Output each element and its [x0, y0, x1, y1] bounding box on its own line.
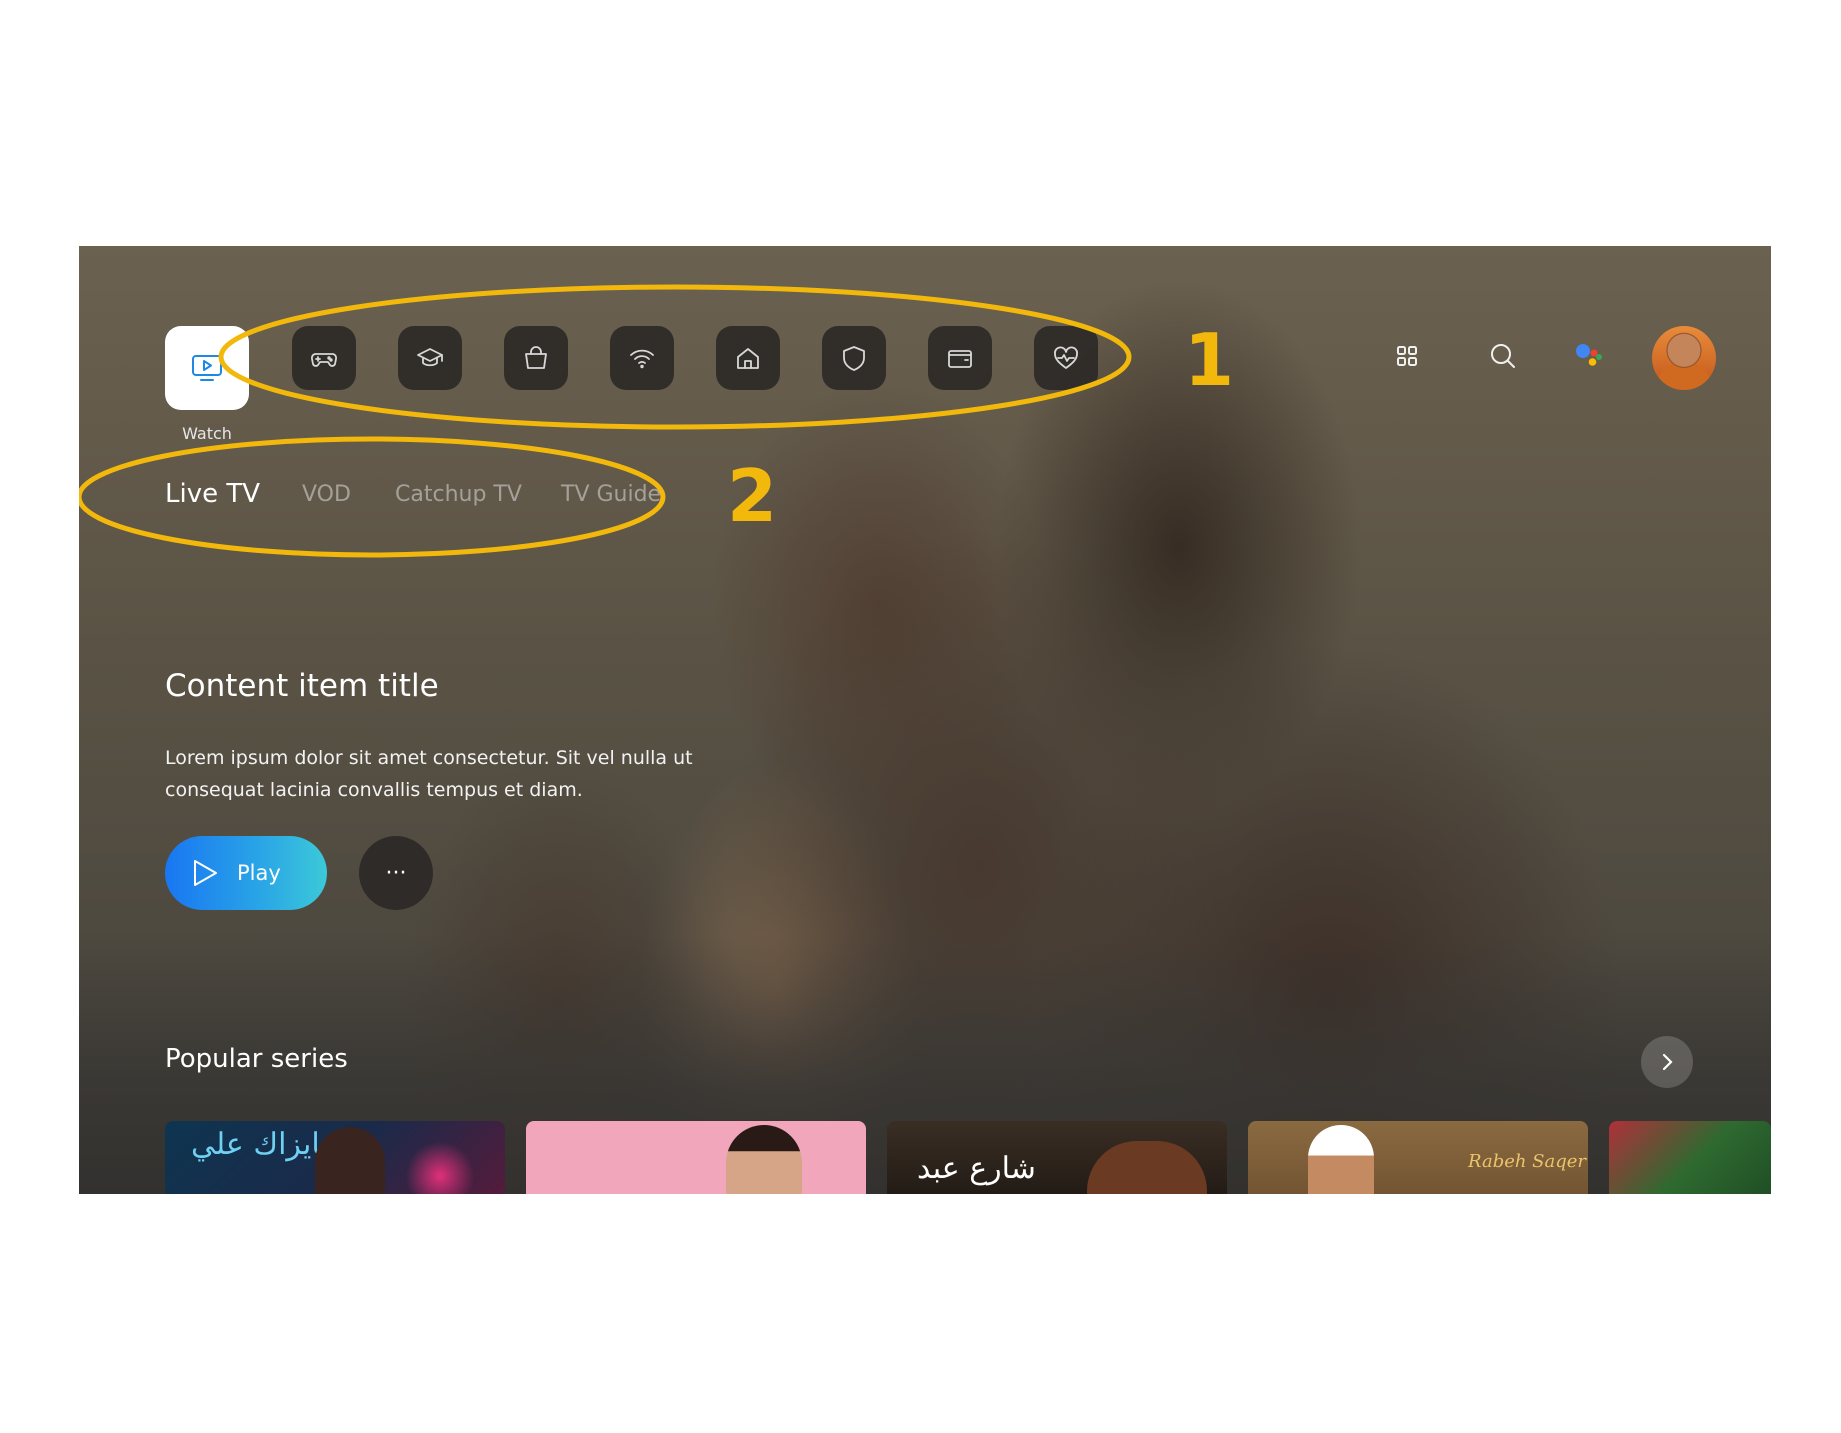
- security-app-tile[interactable]: [822, 326, 886, 390]
- popular-series-heading: Popular series: [165, 1044, 348, 1074]
- play-icon: [194, 860, 217, 886]
- shopping-app-tile[interactable]: [504, 326, 568, 390]
- tab-live-tv[interactable]: Live TV: [165, 479, 260, 509]
- google-assistant-button[interactable]: [1572, 339, 1606, 373]
- series-card[interactable]: [526, 1121, 866, 1194]
- series-card-figure: [1308, 1125, 1374, 1194]
- wifi-icon: [630, 349, 654, 369]
- annotation-ellipse-1: [218, 284, 1132, 430]
- internet-app-tile[interactable]: [610, 326, 674, 390]
- heart-pulse-icon: [1054, 346, 1078, 369]
- series-card-title: شارع عبد: [917, 1151, 1036, 1186]
- games-app-tile[interactable]: [292, 326, 356, 390]
- home-icon: [737, 348, 759, 369]
- series-card-figure: [315, 1127, 385, 1194]
- tab-catchup-tv[interactable]: Catchup TV: [395, 482, 522, 507]
- series-card-figure: [726, 1125, 802, 1194]
- tv-home-screen: Watch Live TV VOD Catchup TV TV Guide Co…: [79, 246, 1771, 1194]
- play-button[interactable]: Play: [165, 836, 327, 910]
- more-options-button[interactable]: ···: [359, 836, 433, 910]
- tab-vod[interactable]: VOD: [302, 482, 351, 507]
- hero-title: Content item title: [165, 668, 439, 704]
- shield-icon: [843, 346, 865, 371]
- apps-grid-button[interactable]: [1390, 339, 1424, 373]
- chevron-right-icon: [1662, 1053, 1673, 1071]
- series-card[interactable]: شارع عبد: [887, 1121, 1227, 1194]
- search-icon: [1491, 344, 1515, 368]
- wallet-app-tile[interactable]: [928, 326, 992, 390]
- carousel-next-button[interactable]: [1641, 1036, 1693, 1088]
- apps-grid-icon: [1397, 346, 1417, 366]
- series-card-title: Rabeh Saqer: [1468, 1151, 1587, 1172]
- user-avatar[interactable]: [1652, 326, 1716, 390]
- search-button[interactable]: [1486, 339, 1520, 373]
- health-app-tile[interactable]: [1034, 326, 1098, 390]
- shopping-bag-icon: [525, 346, 547, 369]
- graduation-cap-icon: [417, 348, 443, 367]
- hero-description: Lorem ipsum dolor sit amet consectetur. …: [165, 747, 693, 801]
- wallet-icon: [948, 350, 972, 368]
- series-card[interactable]: Rabeh Saqer: [1248, 1121, 1588, 1194]
- tab-tv-guide[interactable]: TV Guide: [561, 482, 661, 507]
- series-card[interactable]: [1609, 1121, 1771, 1194]
- gamepad-icon: [310, 353, 338, 367]
- annotation-number-1: 1: [1184, 318, 1235, 402]
- watch-app-label: Watch: [182, 424, 232, 443]
- play-button-label: Play: [237, 861, 281, 885]
- watch-app-tile[interactable]: [165, 326, 249, 410]
- series-card[interactable]: عايزاك علي: [165, 1121, 505, 1194]
- education-app-tile[interactable]: [398, 326, 462, 390]
- annotation-number-2: 2: [727, 454, 778, 538]
- series-card-figure: [1087, 1141, 1207, 1194]
- home-app-tile[interactable]: [716, 326, 780, 390]
- series-card-neon: [395, 1141, 485, 1194]
- tv-play-icon: [192, 355, 222, 381]
- google-assistant-icon: [1576, 344, 1602, 366]
